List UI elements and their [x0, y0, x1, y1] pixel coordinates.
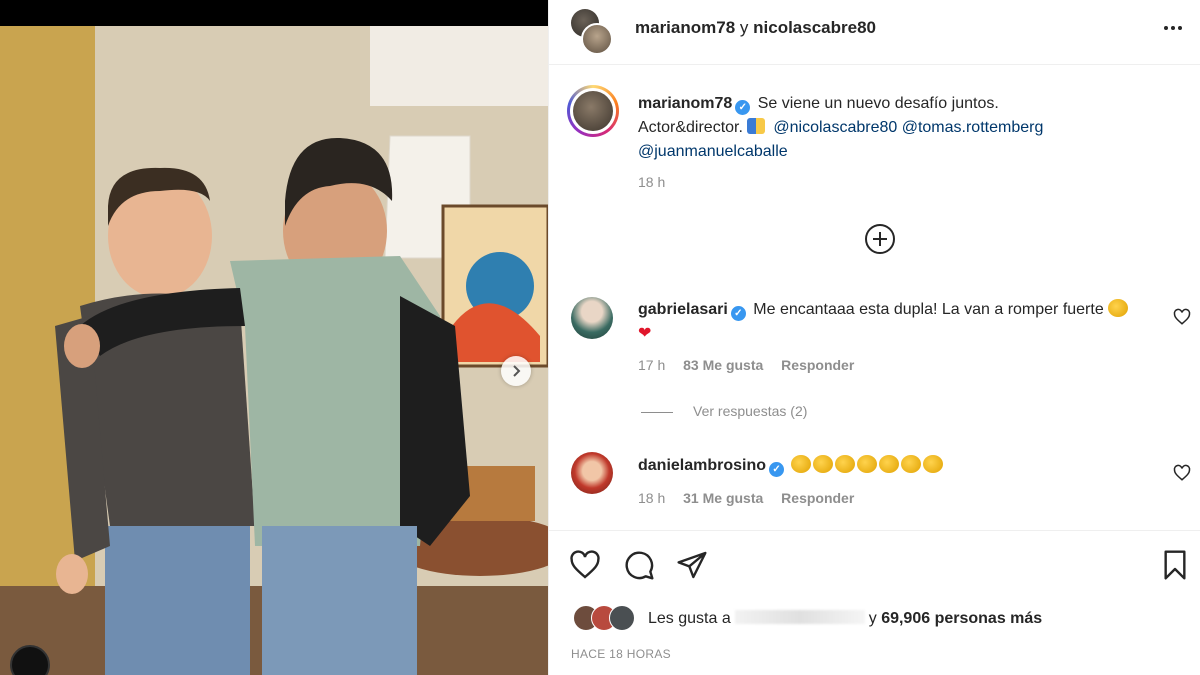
verified-badge-icon: ✓ — [735, 100, 751, 115]
caption-text-1: Se viene un nuevo desafío juntos. — [757, 95, 999, 112]
comment-like-heart-icon[interactable] — [1173, 464, 1191, 482]
likes-count[interactable]: 69,906 personas más — [881, 610, 1042, 627]
replies-divider — [641, 411, 673, 413]
clap-emoji-icon — [1108, 299, 1129, 317]
commenter-avatar[interactable] — [571, 297, 613, 339]
post-photo — [0, 0, 548, 675]
red-heart-emoji-icon: ❤ — [638, 325, 652, 342]
comment-meta: 18 h 31 Me gusta Responder — [638, 490, 868, 506]
coauthor-avatar[interactable] — [581, 23, 613, 55]
comment: danielambrosino ✓ — [638, 454, 1138, 478]
mention-link[interactable]: @juanmanuelcaballe — [638, 143, 788, 160]
comment-bubble-icon[interactable] — [623, 549, 655, 581]
caption-username[interactable]: marianom78 — [638, 95, 732, 112]
mention-link[interactable]: @tomas.rottemberg — [902, 119, 1044, 136]
caption-time[interactable]: 18 h — [638, 174, 665, 190]
header-avatars[interactable] — [569, 9, 613, 55]
header-title: marianom78 y nicolascabre80 — [635, 18, 876, 38]
post-side-panel: marianom78 y nicolascabre80 marianom78 ✓ … — [548, 0, 1200, 675]
more-options-icon[interactable] — [1161, 16, 1185, 46]
liked-by-avatars[interactable] — [573, 605, 643, 631]
coauthor-username[interactable]: nicolascabre80 — [753, 18, 876, 37]
comment-text: Me encantaaa esta dupla! La van a romper… — [753, 301, 1104, 318]
verified-badge-icon: ✓ — [769, 462, 785, 477]
comment-time[interactable]: 18 h — [638, 490, 665, 506]
clap-emoji-icon — [813, 455, 834, 473]
clap-emoji-icon — [901, 455, 922, 473]
clap-emoji-icon — [923, 455, 944, 473]
likes-summary: Les gusta a y 69,906 personas más — [648, 610, 1042, 628]
header-connector: y — [739, 18, 749, 37]
post-header: marianom78 y nicolascabre80 — [549, 0, 1200, 65]
theater-masks-icon — [746, 118, 765, 134]
caption-text-2: Actor&director. — [638, 119, 743, 136]
share-paper-plane-icon[interactable] — [676, 549, 708, 581]
likes-connector: y — [868, 610, 877, 627]
comment-username[interactable]: gabrielasari — [638, 301, 728, 318]
clap-emoji-icon — [835, 455, 856, 473]
verified-badge-icon: ✓ — [730, 306, 746, 321]
comment-username[interactable]: danielambrosino — [638, 457, 766, 474]
mention-link[interactable]: @nicolascabre80 — [773, 119, 897, 136]
comment-likes[interactable]: 31 Me gusta — [683, 490, 763, 506]
save-bookmark-icon[interactable] — [1159, 549, 1191, 581]
caption-avatar[interactable] — [567, 85, 619, 137]
post-caption: marianom78 ✓ Se viene un nuevo desafío ju… — [638, 92, 1158, 164]
likes-prefix: Les gusta a — [648, 610, 731, 627]
commenter-avatar[interactable] — [571, 452, 613, 494]
comment-like-heart-icon[interactable] — [1173, 308, 1191, 326]
more-horizontal-icon — [1164, 26, 1182, 30]
like-heart-icon[interactable] — [569, 549, 601, 581]
carousel-next-button[interactable] — [501, 356, 531, 386]
view-replies-label: Ver respuestas (2) — [693, 403, 808, 419]
clap-emoji-icon — [791, 455, 812, 473]
plus-icon — [873, 232, 887, 246]
comment-time[interactable]: 17 h — [638, 357, 665, 373]
chevron-right-icon — [513, 365, 521, 377]
blurred-username — [734, 610, 865, 624]
load-more-comments-button[interactable] — [865, 224, 895, 254]
photo-illustration — [0, 26, 548, 675]
reply-button[interactable]: Responder — [781, 357, 854, 373]
post-image — [0, 26, 548, 675]
post-timestamp[interactable]: HACE 18 HORAS — [571, 647, 671, 661]
comment: gabrielasari ✓ Me encantaaa esta dupla! L… — [638, 298, 1138, 346]
author-username[interactable]: marianom78 — [635, 18, 735, 37]
actions-divider — [549, 530, 1200, 531]
comment-meta: 17 h 83 Me gusta Responder — [638, 357, 868, 373]
avatar — [609, 605, 635, 631]
comment-likes[interactable]: 83 Me gusta — [683, 357, 763, 373]
clap-emoji-row — [791, 455, 945, 474]
clap-emoji-icon — [857, 455, 878, 473]
view-replies-button[interactable]: Ver respuestas (2) — [641, 403, 807, 419]
clap-emoji-icon — [879, 455, 900, 473]
reply-button[interactable]: Responder — [781, 490, 854, 506]
